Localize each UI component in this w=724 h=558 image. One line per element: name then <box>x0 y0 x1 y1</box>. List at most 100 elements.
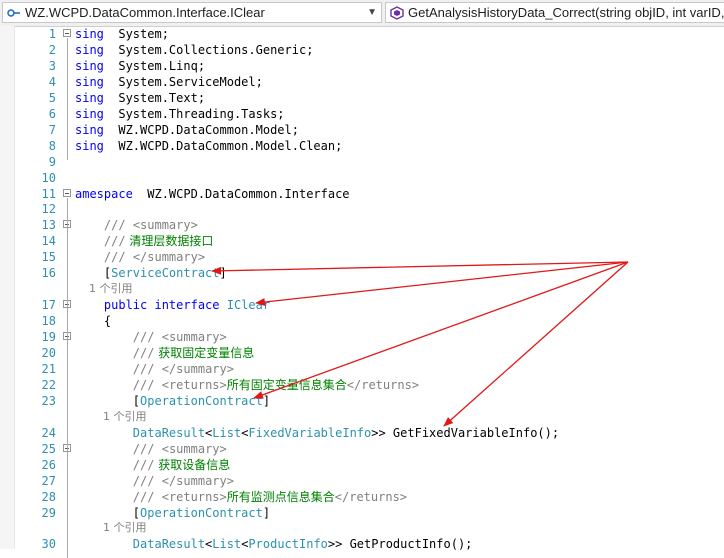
code-token: List <box>212 537 241 551</box>
line-number: 15 <box>20 249 56 265</box>
code-text: /// <returns>所有监测点信息集合</returns> <box>75 489 407 505</box>
code-token: ] <box>263 394 270 408</box>
code-line: 22 /// <returns>所有固定变量信息集合</returns> <box>0 377 724 393</box>
code-text: /// <summary> <box>75 217 198 233</box>
line-number: 20 <box>20 345 56 361</box>
code-line: 11amespace WZ.WCPD.DataCommon.Interface <box>0 186 724 202</box>
code-token: { <box>75 314 111 328</box>
code-token: System.ServiceModel; <box>104 75 263 89</box>
code-text: sing WZ.WCPD.DataCommon.Model; <box>75 122 299 138</box>
code-token: System.Threading.Tasks; <box>104 107 285 121</box>
code-token: sing <box>75 139 104 153</box>
type-dropdown-label: WZ.WCPD.DataCommon.Interface.IClear <box>25 3 265 22</box>
code-editor[interactable]: 1 sing System; 2 sing System.Collections.Ge… <box>0 26 724 549</box>
code-line: 1 sing System; <box>0 26 724 42</box>
code-line: 9 <box>0 154 724 170</box>
code-token: /// <box>75 490 154 504</box>
code-line: 26 /// 获取设备信息 <box>0 457 724 473</box>
code-token: /// <box>75 330 154 344</box>
code-token: /// <box>75 458 154 472</box>
code-token: OperationContract <box>140 394 263 408</box>
code-text: /// 获取固定变量信息 <box>75 345 254 361</box>
code-text: sing System.Collections.Generic; <box>75 42 313 58</box>
code-text: /// 获取设备信息 <box>75 457 230 473</box>
code-line: 8sing WZ.WCPD.DataCommon.Model.Clean; <box>0 138 724 154</box>
code-token <box>154 330 161 344</box>
code-token: </summary> <box>162 474 234 488</box>
line-number: 16 <box>20 265 56 281</box>
code-token: sing <box>75 107 104 121</box>
interface-icon <box>7 6 21 20</box>
line-number: 5 <box>20 90 56 106</box>
code-text: { <box>75 313 111 329</box>
line-number: 24 <box>20 425 56 441</box>
collapse-toggle-icon[interactable] <box>63 29 71 37</box>
line-number: 18 <box>20 313 56 329</box>
code-token: <summary> <box>133 218 198 232</box>
code-token: <summary> <box>162 442 227 456</box>
code-line: 7sing WZ.WCPD.DataCommon.Model; <box>0 122 724 138</box>
code-token: /// <box>75 474 154 488</box>
code-text: sing System.Linq; <box>75 58 205 74</box>
line-number: 25 <box>20 441 56 457</box>
code-token: 清理层数据接口 <box>126 234 214 248</box>
code-token: /// <box>75 346 154 360</box>
member-dropdown[interactable]: GetAnalysisHistoryData_Correct(string ob… <box>385 2 724 23</box>
line-number: 30 <box>20 536 56 552</box>
code-token: System.Linq; <box>104 59 205 73</box>
code-line: 3sing System.Linq; <box>0 58 724 74</box>
code-text: /// </summary> <box>75 249 205 265</box>
code-text: /// </summary> <box>75 361 234 377</box>
code-text: public interface IClear <box>75 297 270 313</box>
line-number: 28 <box>20 489 56 505</box>
code-token: sing <box>75 59 104 73</box>
code-text: amespace WZ.WCPD.DataCommon.Interface <box>75 186 350 202</box>
code-line: 27 /// </summary> <box>0 473 724 489</box>
line-number: 14 <box>20 233 56 249</box>
code-text: DataResult<List<ProductInfo>> GetProduct… <box>75 536 472 552</box>
code-line: 18 { <box>0 313 724 329</box>
line-number: 9 <box>20 154 56 170</box>
line-number: 12 <box>20 201 56 217</box>
line-number: 27 <box>20 473 56 489</box>
code-text: sing System.Threading.Tasks; <box>75 106 285 122</box>
reference-count-link[interactable]: 1 个引用 <box>75 409 146 425</box>
code-text: /// <summary> <box>75 441 227 457</box>
line-number: 1 <box>20 26 56 42</box>
code-line: 30 DataResult<List<ProductInfo>> GetProd… <box>0 536 724 552</box>
reference-count-link[interactable]: 1 个引用 <box>75 520 146 536</box>
code-token: amespace <box>75 187 133 201</box>
collapse-toggle-icon[interactable] <box>63 189 71 197</box>
code-token: /// <box>75 234 126 248</box>
code-token <box>154 378 161 392</box>
code-token: 获取设备信息 <box>154 458 230 472</box>
code-text: sing System; <box>75 26 169 42</box>
code-token: sing <box>75 43 104 57</box>
code-token: [ <box>75 266 111 280</box>
code-text: sing System.Text; <box>75 90 205 106</box>
code-line: 2 sing System.Collections.Generic; <box>0 42 724 58</box>
code-token: System.Collections.Generic; <box>104 43 314 57</box>
code-token: [ <box>75 506 140 520</box>
code-text: sing System.ServiceModel; <box>75 74 263 90</box>
code-text: [OperationContract] <box>75 505 270 521</box>
line-number: 2 <box>20 42 56 58</box>
code-token: System; <box>104 27 169 41</box>
code-token: OperationContract <box>140 506 263 520</box>
code-line: 13 /// <summary> <box>0 217 724 233</box>
code-token: sing <box>75 75 104 89</box>
codelens-row: 1 个引用 <box>0 281 724 297</box>
line-number: 6 <box>20 106 56 122</box>
code-line: 19 /// <summary> <box>0 329 724 345</box>
code-token: System.Text; <box>104 91 205 105</box>
code-token: ] <box>263 506 270 520</box>
code-token: </returns> <box>335 490 407 504</box>
code-text: /// 清理层数据接口 <box>75 233 213 249</box>
code-line: 15 /// </summary> <box>0 249 724 265</box>
code-text: /// <returns>所有固定变量信息集合</returns> <box>75 377 419 393</box>
line-number: 26 <box>20 457 56 473</box>
type-dropdown[interactable]: WZ.WCPD.DataCommon.Interface.IClear ▼ <box>2 2 382 23</box>
fold-guide <box>67 38 68 160</box>
code-token: </summary> <box>133 250 205 264</box>
reference-count-link[interactable]: 1 个引用 <box>75 281 132 297</box>
